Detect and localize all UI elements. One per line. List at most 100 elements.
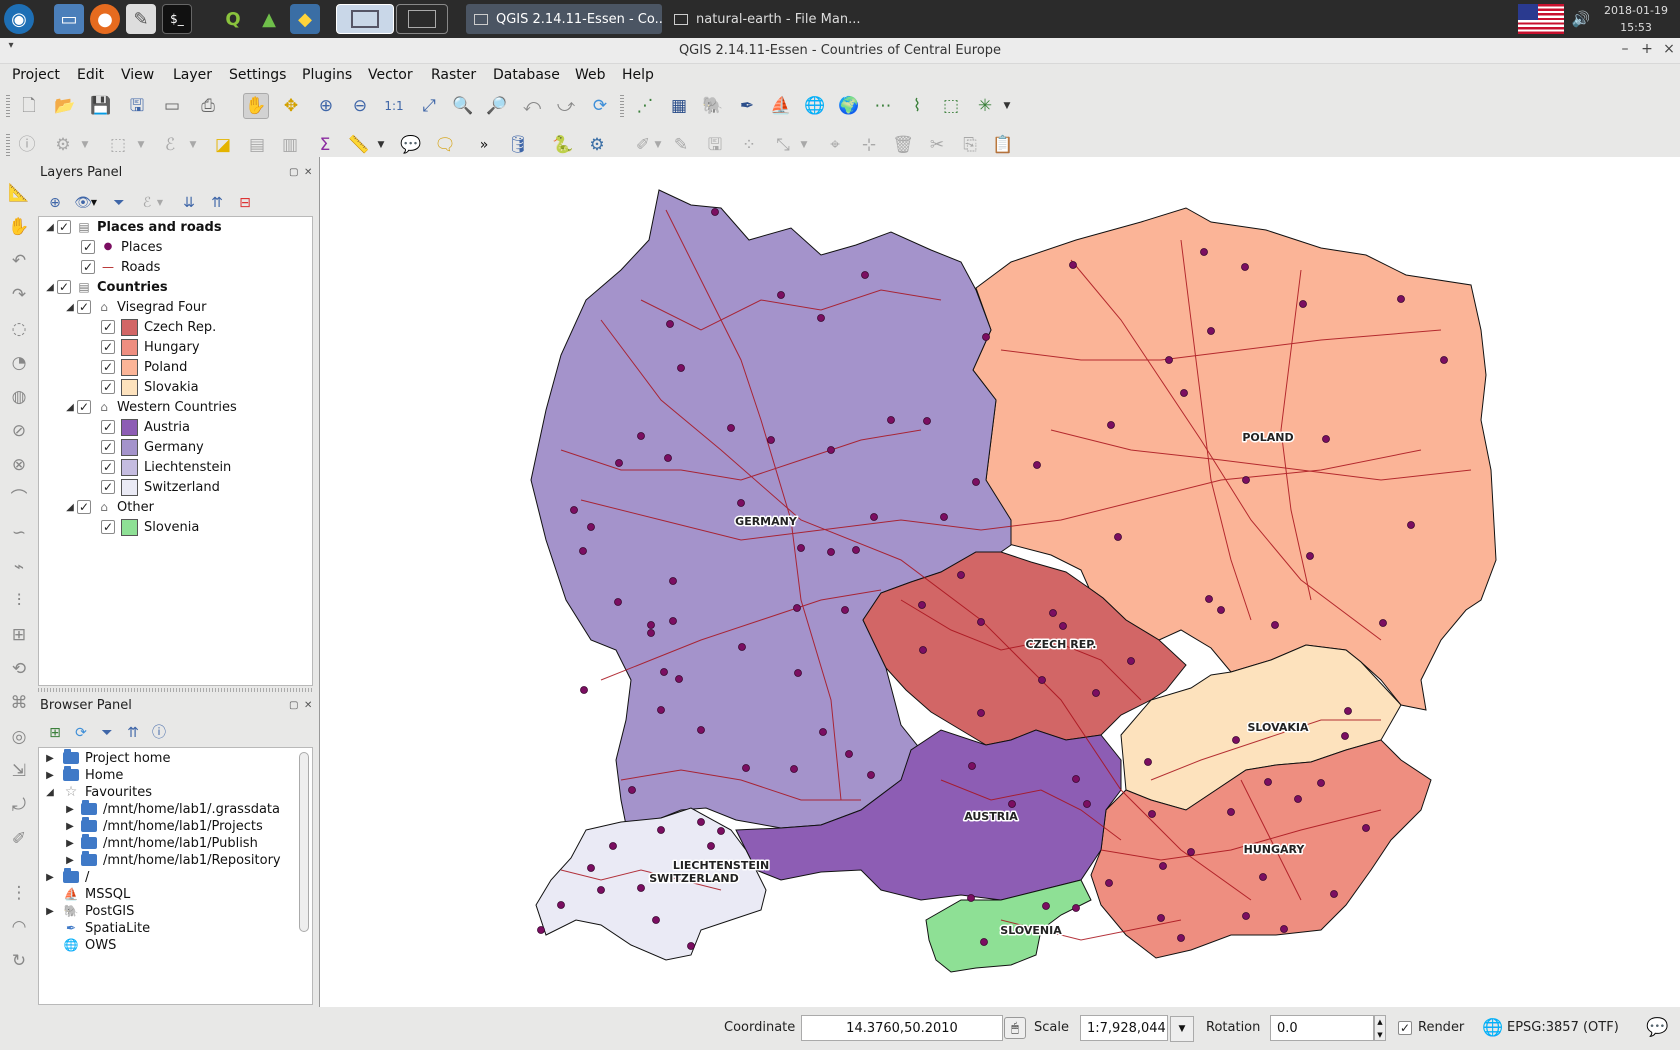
layer-hungary[interactable]: ✓ Hungary (101, 337, 200, 357)
select-features-icon[interactable]: ⬚ (105, 132, 131, 158)
merge-features-icon[interactable]: ⊞ (6, 622, 32, 648)
zoom-full-icon[interactable]: ⤢ (416, 93, 442, 119)
add-virtual-layer-icon[interactable]: ⬚ (938, 93, 964, 119)
file-manager-icon[interactable]: ▭ (54, 4, 84, 34)
add-feature-icon[interactable]: ⁘ (736, 132, 762, 158)
menu-project[interactable]: Project (12, 67, 60, 83)
zoom-to-selection-icon[interactable]: 🔍 (450, 93, 476, 119)
visibility-checkbox[interactable]: ✓ (101, 340, 115, 354)
python-console-icon[interactable]: 🐍 (550, 132, 576, 158)
circular-string-icon[interactable]: ◠ (6, 914, 32, 940)
offset-curve-icon[interactable]: ∽ (6, 520, 32, 546)
visibility-checkbox[interactable]: ✓ (81, 260, 95, 274)
crs-status[interactable]: EPSG:3857 (OTF) (1507, 1020, 1619, 1035)
expand-arrow-icon[interactable]: ▶ (43, 906, 57, 917)
save-project-icon[interactable]: 💾 (88, 93, 114, 119)
select-by-expression-icon[interactable]: ℰ (157, 132, 183, 158)
map-canvas[interactable]: GERMANY POLAND CZECH REP. SLOVAKIA AUSTR… (319, 157, 1680, 1007)
system-clock[interactable]: 2018-01-19 15:53 (1596, 2, 1676, 36)
add-wcs-layer-icon[interactable]: 🌍 (836, 93, 862, 119)
expand-arrow-icon[interactable]: ▶ (43, 770, 57, 781)
add-delimited-text-icon[interactable]: ⌇ (904, 93, 930, 119)
dock-grip-icon[interactable]: ⋮ (6, 880, 32, 906)
new-project-icon[interactable]: 🗋 (16, 93, 42, 119)
simplify-icon[interactable]: ⌁ (6, 554, 32, 580)
toolbar-grip[interactable] (6, 95, 10, 117)
add-wfs-layer-icon[interactable]: ⋯ (870, 93, 896, 119)
collapse-arrow-icon[interactable]: ◢ (63, 302, 77, 313)
collapse-arrow-icon[interactable]: ◢ (43, 222, 57, 233)
delete-selected-icon[interactable]: 🗑 (890, 132, 916, 158)
layer-group-countries[interactable]: ◢ ✓ ▤ Countries (43, 277, 167, 297)
minimize-icon[interactable]: – (1616, 41, 1634, 57)
close-window-icon[interactable]: × (1660, 41, 1678, 57)
layer-liechtenstein[interactable]: ✓ Liechtenstein (101, 457, 231, 477)
toggle-editing-icon[interactable]: ✎ (668, 132, 694, 158)
browser-panel-float-icon[interactable]: ▢ (289, 700, 298, 711)
copy-features-icon[interactable]: ⎘ (957, 132, 983, 158)
visibility-checkbox[interactable]: ✓ (101, 520, 115, 534)
render-checkbox[interactable]: ✓ (1398, 1021, 1412, 1035)
volume-icon[interactable]: 🔊 (1566, 4, 1596, 34)
layer-slovenia[interactable]: ✓ Slovenia (101, 517, 199, 537)
visibility-checkbox[interactable]: ✓ (101, 320, 115, 334)
terminal-icon[interactable]: $_ (162, 4, 192, 34)
layers-panel-close-icon[interactable]: ✕ (304, 167, 312, 178)
collapse-all-icon[interactable]: ⇈ (204, 190, 230, 216)
menu-layer[interactable]: Layer (173, 67, 212, 83)
more-layers-dropdown-icon[interactable]: ▼ (1000, 93, 1014, 119)
zoom-in-icon[interactable]: ⊕ (313, 93, 339, 119)
collapse-arrow-icon[interactable]: ◢ (43, 282, 57, 293)
python-launcher-icon[interactable]: ◆ (290, 4, 320, 34)
measure-angle-icon[interactable]: 📐 (6, 180, 32, 206)
workspace-1-icon[interactable] (336, 4, 394, 34)
menu-edit[interactable]: Edit (77, 67, 104, 83)
firefox-icon[interactable]: ● (90, 4, 120, 34)
taskbar-task-file-manager[interactable]: natural-earth - File Man... (666, 4, 866, 34)
delete-ring-icon[interactable]: ⊘ (6, 418, 32, 444)
app-menu-icon[interactable]: ◉ (4, 4, 34, 34)
visibility-checkbox[interactable]: ✓ (57, 220, 71, 234)
toolbar-overflow-icon[interactable]: » (477, 132, 491, 158)
layers-panel-float-icon[interactable]: ▢ (289, 167, 298, 178)
attribute-table-icon[interactable]: ▤ (244, 132, 270, 158)
layer-group-western-countries[interactable]: ◢ ✓ ⌂ Western Countries (63, 397, 237, 417)
layer-places[interactable]: ✓ ● Places (81, 237, 162, 257)
filter-legend-icon[interactable]: ⏷ (106, 190, 132, 216)
dropdown-arrow-icon[interactable]: ▼ (186, 132, 200, 158)
collapse-arrow-icon[interactable]: ◢ (63, 402, 77, 413)
zoom-out-icon[interactable]: ⊖ (347, 93, 373, 119)
redo-icon[interactable]: ↷ (6, 282, 32, 308)
rotate-label-icon[interactable]: ⤾ (6, 792, 32, 818)
qgis-launcher-icon[interactable]: Q (218, 4, 248, 34)
toolbar-grip[interactable] (6, 134, 10, 156)
visibility-checkbox[interactable]: ✓ (101, 420, 115, 434)
rotation-field[interactable]: 0.0 (1270, 1015, 1374, 1041)
visibility-checkbox[interactable]: ✓ (77, 400, 91, 414)
zoom-last-icon[interactable]: ⤺ (519, 93, 545, 119)
add-raster-layer-icon[interactable]: ▦ (666, 93, 692, 119)
reshape-icon[interactable]: ⌒ (6, 486, 32, 512)
add-selected-layers-icon[interactable]: ⊞ (42, 720, 68, 746)
layer-group-places-and-roads[interactable]: ◢ ✓ ▤ Places and roads (43, 217, 221, 237)
map-tips-icon[interactable]: 💬 (398, 132, 424, 158)
change-label-icon[interactable]: ✐ (6, 826, 32, 852)
menu-view[interactable]: View (121, 67, 154, 83)
menu-vector[interactable]: Vector (368, 67, 413, 83)
keyboard-layout-flag-icon[interactable] (1518, 4, 1564, 34)
visibility-checkbox[interactable]: ✓ (101, 480, 115, 494)
hand-tool-icon[interactable]: ✋ (6, 214, 32, 240)
new-shapefile-icon[interactable]: ✳ (972, 93, 998, 119)
filter-browser-icon[interactable]: ⏷ (94, 720, 120, 746)
move-feature-icon[interactable]: ⤡ (770, 132, 796, 158)
dropdown-arrow-icon[interactable]: ▼ (154, 190, 166, 216)
add-spatialite-layer-icon[interactable]: ✒ (734, 93, 760, 119)
expand-arrow-icon[interactable]: ▶ (63, 821, 77, 832)
grass-launcher-icon[interactable]: ▲ (254, 4, 284, 34)
move-label-icon[interactable]: ⇲ (6, 758, 32, 784)
toggle-extents-icon[interactable]: 🖱 (1004, 1017, 1026, 1039)
menu-settings[interactable]: Settings (229, 67, 286, 83)
add-group-icon[interactable]: ⊕ (42, 190, 68, 216)
cut-features-icon[interactable]: ✂ (924, 132, 950, 158)
expand-arrow-icon[interactable]: ▶ (43, 872, 57, 883)
